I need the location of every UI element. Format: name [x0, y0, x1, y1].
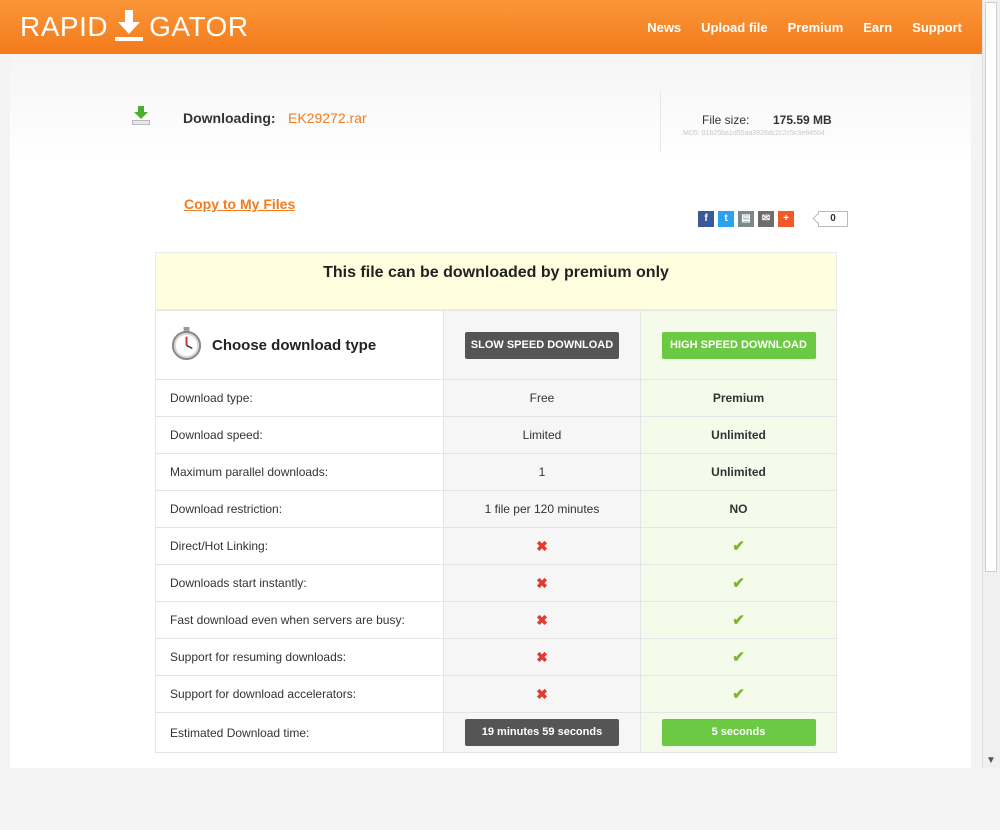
md5-hash: MD5: 01b25ba1d55aa3926dc2c2c5c3e84504	[683, 130, 825, 137]
free-value: 1	[443, 453, 641, 491]
notice-text: This file can be downloaded by premium o…	[323, 264, 669, 281]
premium-value: Unlimited	[640, 416, 837, 454]
free-value: 1 file per 120 minutes	[443, 490, 641, 528]
fast-time-button[interactable]: 5 seconds	[661, 719, 816, 746]
nav-upload-file[interactable]: Upload file	[701, 20, 767, 35]
row-label: Direct/Hot Linking:	[155, 527, 444, 565]
choose-download-type: Choose download type	[170, 326, 443, 364]
nav-news[interactable]: News	[647, 20, 681, 35]
scroll-down-arrow-icon[interactable]: ▼	[986, 755, 996, 766]
row-label: Download speed:	[155, 416, 444, 454]
logo-text-left: RAPID	[20, 11, 109, 42]
check-icon: ✔	[732, 612, 745, 629]
cross-icon: ✖	[536, 611, 548, 628]
share-count: 0	[818, 211, 848, 227]
logo-download-icon	[115, 10, 144, 44]
file-size-label: File size:	[702, 113, 750, 127]
rapidgator-logo[interactable]: RAPID GATOR	[20, 8, 249, 46]
logo-text-right: GATOR	[149, 11, 249, 42]
slow-time-button[interactable]: 19 minutes 59 seconds	[465, 719, 619, 746]
cross-icon: ✖	[536, 648, 548, 665]
file-header	[10, 54, 971, 164]
slow-speed-download-button[interactable]: SLOW SPEED DOWNLOAD	[465, 331, 619, 359]
plus-icon[interactable]: +	[778, 211, 794, 227]
check-icon: ✔	[732, 538, 745, 555]
table-row: Downloads start instantly: ✖ ✔	[155, 564, 837, 602]
nav-earn[interactable]: Earn	[863, 20, 892, 35]
choose-download-type-label: Choose download type	[212, 336, 377, 354]
facebook-icon[interactable]: f	[698, 211, 714, 227]
premium-value: NO	[640, 490, 837, 528]
header-divider	[660, 90, 661, 152]
twitter-icon[interactable]: t	[718, 211, 734, 227]
check-icon: ✔	[732, 575, 745, 592]
content-panel: Downloading: EK29272.rar File size: 175.…	[10, 54, 971, 768]
table-header-row: Choose download type SLOW SPEED DOWNLOAD…	[155, 310, 837, 380]
file-size-value: 175.59 MB	[773, 113, 832, 127]
table-row: Support for resuming downloads: ✖ ✔	[155, 638, 837, 676]
table-row: Download type: Free Premium	[155, 379, 837, 417]
table-row: Download restriction: 1 file per 120 min…	[155, 490, 837, 528]
row-label: Fast download even when servers are busy…	[155, 601, 444, 639]
share-buttons: f t ▤ ✉ +	[698, 211, 794, 227]
row-label: Support for resuming downloads:	[155, 638, 444, 676]
table-row: Download speed: Limited Unlimited	[155, 416, 837, 454]
premium-value: Premium	[640, 379, 837, 417]
table-row: Direct/Hot Linking: ✖ ✔	[155, 527, 837, 565]
row-label: Download restriction:	[155, 490, 444, 528]
table-row: Fast download even when servers are busy…	[155, 601, 837, 639]
row-label: Support for download accelerators:	[155, 675, 444, 713]
free-value: Limited	[443, 416, 641, 454]
file-name: EK29272.rar	[288, 110, 367, 126]
row-label: Download type:	[155, 379, 444, 417]
email-icon[interactable]: ✉	[758, 211, 774, 227]
estimated-time-row: Estimated Download time: 19 minutes 59 s…	[155, 712, 837, 753]
high-speed-download-button[interactable]: HIGH SPEED DOWNLOAD	[661, 331, 816, 359]
top-navigation-bar: RAPID GATOR News Upload file Premium Ear…	[0, 0, 983, 54]
table-row: Support for download accelerators: ✖ ✔	[155, 675, 837, 713]
download-comparison-table: Choose download type SLOW SPEED DOWNLOAD…	[155, 310, 837, 753]
stopwatch-icon	[170, 326, 203, 364]
copy-to-my-files-link[interactable]: Copy to My Files	[184, 196, 295, 212]
row-label: Maximum parallel downloads:	[155, 453, 444, 491]
cross-icon: ✖	[536, 537, 548, 554]
row-label: Downloads start instantly:	[155, 564, 444, 602]
vertical-scrollbar[interactable]: ▼	[982, 0, 1000, 768]
table-row: Maximum parallel downloads: 1 Unlimited	[155, 453, 837, 491]
cross-icon: ✖	[536, 574, 548, 591]
premium-value: Unlimited	[640, 453, 837, 491]
check-icon: ✔	[732, 686, 745, 703]
download-file-icon	[131, 106, 151, 126]
nav-premium[interactable]: Premium	[788, 20, 844, 35]
downloading-label: Downloading:	[183, 110, 276, 126]
print-icon[interactable]: ▤	[738, 211, 754, 227]
check-icon: ✔	[732, 649, 745, 666]
main-nav: News Upload file Premium Earn Support	[647, 0, 962, 54]
premium-only-notice: This file can be downloaded by premium o…	[155, 252, 837, 310]
free-value: Free	[443, 379, 641, 417]
nav-support[interactable]: Support	[912, 20, 962, 35]
scrollbar-thumb[interactable]	[985, 2, 997, 572]
cross-icon: ✖	[536, 685, 548, 702]
row-label: Estimated Download time:	[155, 712, 444, 753]
